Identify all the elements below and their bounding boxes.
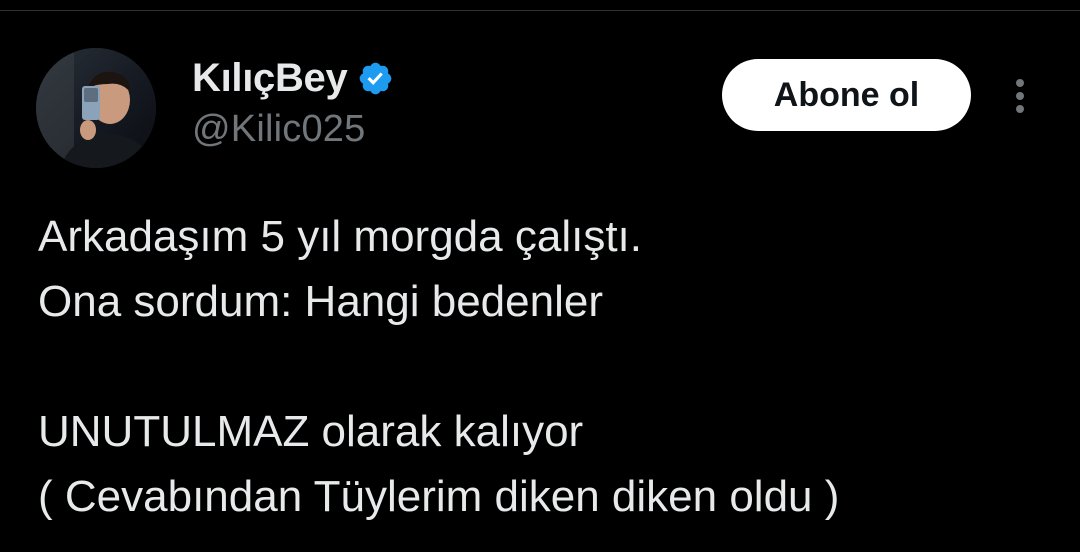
tweet-line: Arkadaşım 5 yıl morgda çalıştı.: [38, 212, 642, 261]
author-display-name[interactable]: KılıçBey: [192, 56, 348, 101]
avatar[interactable]: [36, 48, 156, 168]
author-handle[interactable]: @Kilic025: [192, 108, 365, 151]
tweet-text: Arkadaşım 5 yıl morgda çalıştı. Ona sord…: [38, 204, 1058, 529]
tweet-line: ( Cevabından Tüylerim diken diken oldu ): [38, 472, 840, 521]
follow-button[interactable]: Abone ol: [722, 59, 971, 131]
tweet-line: UNUTULMAZ olarak kalıyor: [38, 407, 584, 456]
top-divider: [0, 0, 1080, 11]
author-name-row: KılıçBey: [192, 52, 394, 104]
verified-badge-icon[interactable]: [357, 60, 394, 97]
tweet-line: Ona sordum: Hangi bedenler: [38, 277, 603, 326]
more-vertical-icon[interactable]: [1008, 74, 1032, 118]
